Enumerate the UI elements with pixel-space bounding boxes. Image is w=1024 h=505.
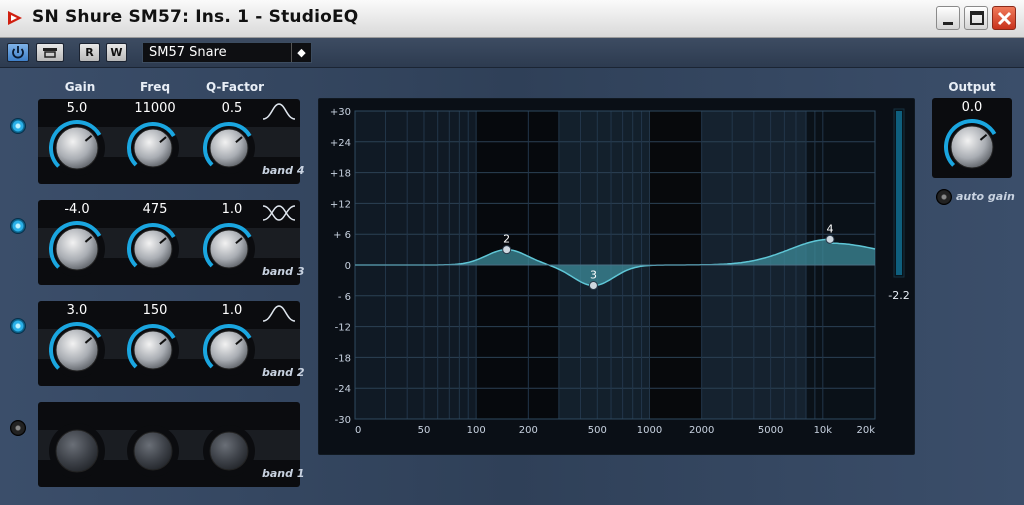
output-meter-value: -2.2 xyxy=(888,289,909,302)
power-button[interactable] xyxy=(7,43,29,62)
band-4-freq-knob[interactable] xyxy=(126,121,180,175)
write-automation-button[interactable]: W xyxy=(106,43,127,62)
y-tick-label: 0 xyxy=(345,261,351,272)
band-4-enable-toggle[interactable] xyxy=(10,118,26,134)
y-tick-label: -30 xyxy=(335,415,351,426)
band-4-handle[interactable] xyxy=(825,234,835,244)
x-tick-label: 500 xyxy=(588,425,607,436)
preset-arrows-icon[interactable]: ◆ xyxy=(291,43,311,62)
band-4-q-value[interactable]: 0.5 xyxy=(197,101,267,116)
band-2-enable-toggle[interactable] xyxy=(10,318,26,334)
q-factor-column-label: Q-Factor xyxy=(205,80,264,94)
eq-main-panel: Gain Freq Q-Factor 5.0 11000 0.5 band 4 … xyxy=(0,68,1024,505)
band-1-panel xyxy=(38,402,300,487)
y-tick-label: -12 xyxy=(335,323,351,334)
x-tick-label: 0 xyxy=(355,425,361,436)
band-1-q-knob[interactable] xyxy=(202,424,256,478)
bypass-button[interactable] xyxy=(36,43,64,62)
band-3-label: band 3 xyxy=(262,265,305,278)
band-2-freq-value[interactable]: 150 xyxy=(120,303,190,318)
x-tick-label: 20k xyxy=(856,425,875,436)
x-tick-label: 100 xyxy=(467,425,486,436)
y-tick-label: +30 xyxy=(330,107,351,118)
close-icon xyxy=(997,11,1012,26)
band-2-handle[interactable] xyxy=(502,245,512,255)
output-meter-fill xyxy=(896,111,902,275)
output-panel: 0.0 xyxy=(932,98,1012,178)
x-tick-label: 5000 xyxy=(758,425,783,436)
band-4-marker-label: 4 xyxy=(826,222,833,235)
band-2-q-value[interactable]: 1.0 xyxy=(197,303,267,318)
title-bar: SN Shure SM57: Ins. 1 - StudioEQ xyxy=(0,0,1024,38)
freq-column-label: Freq xyxy=(139,80,171,94)
notch-filter-icon[interactable] xyxy=(261,202,297,224)
bypass-icon xyxy=(43,48,57,58)
band-2-panel: 3.0 150 1.0 xyxy=(38,301,300,386)
band-2-q-knob[interactable] xyxy=(202,323,256,377)
x-tick-label: 10k xyxy=(814,425,833,436)
band-1-enable-toggle[interactable] xyxy=(10,420,26,436)
output-label: Output xyxy=(948,80,996,94)
band-2-gain-knob[interactable] xyxy=(48,321,106,379)
y-tick-label: - 6 xyxy=(338,292,351,303)
band-3-gain-value[interactable]: -4.0 xyxy=(42,202,112,217)
band-4-freq-value[interactable]: 11000 xyxy=(120,101,190,116)
band-2-gain-value[interactable]: 3.0 xyxy=(42,303,112,318)
band-3-q-value[interactable]: 1.0 xyxy=(197,202,267,217)
gain-column-label: Gain xyxy=(64,80,96,94)
y-tick-label: +24 xyxy=(330,138,351,149)
band-4-panel: 5.0 11000 0.5 xyxy=(38,99,300,184)
eq-graph[interactable]: +30 +24 +18 +12 + 6 0 - 6 -12 -18 -24 -30 0 50 100 200… xyxy=(319,99,916,456)
peak-filter-icon[interactable] xyxy=(261,101,297,123)
y-tick-label: +12 xyxy=(330,199,351,210)
y-tick-label: +18 xyxy=(330,169,351,180)
x-tick-label: 50 xyxy=(418,425,431,436)
band-4-gain-knob[interactable] xyxy=(48,119,106,177)
band-2-label: band 2 xyxy=(262,366,305,379)
power-icon xyxy=(12,46,24,59)
x-tick-label: 1000 xyxy=(637,425,662,436)
auto-gain-label: auto gain xyxy=(956,190,1015,203)
preset-name: SM57 Snare xyxy=(149,45,227,60)
band-3-panel: -4.0 475 1.0 xyxy=(38,200,300,285)
maximize-button[interactable] xyxy=(964,6,988,30)
band-3-handle[interactable] xyxy=(588,281,598,291)
minimize-icon xyxy=(943,22,953,25)
y-tick-label: + 6 xyxy=(333,230,351,241)
band-3-enable-toggle[interactable] xyxy=(10,218,26,234)
peak-filter-icon[interactable] xyxy=(261,303,297,325)
band-3-q-knob[interactable] xyxy=(202,222,256,276)
band-1-freq-knob[interactable] xyxy=(126,424,180,478)
band-2-freq-knob[interactable] xyxy=(126,323,180,377)
plugin-toolbar: R W SM57 Snare ◆ xyxy=(0,38,1024,68)
band-3-freq-value[interactable]: 475 xyxy=(120,202,190,217)
band-1-label: band 1 xyxy=(262,467,305,480)
preset-selector[interactable]: SM57 Snare ◆ xyxy=(142,42,312,63)
y-tick-label: -18 xyxy=(335,353,351,364)
output-knob[interactable] xyxy=(943,118,1001,176)
x-tick-label: 2000 xyxy=(689,425,714,436)
band-3-marker-label: 3 xyxy=(590,269,597,282)
close-button[interactable] xyxy=(992,6,1016,30)
y-tick-label: -24 xyxy=(335,384,351,395)
auto-gain-toggle[interactable] xyxy=(936,189,952,205)
window-title: SN Shure SM57: Ins. 1 - StudioEQ xyxy=(32,7,359,27)
band-4-q-knob[interactable] xyxy=(202,121,256,175)
maximize-icon xyxy=(970,11,984,25)
band-4-gain-value[interactable]: 5.0 xyxy=(42,101,112,116)
minimize-button[interactable] xyxy=(936,6,960,30)
band-3-freq-knob[interactable] xyxy=(126,222,180,276)
band-4-label: band 4 xyxy=(262,164,305,177)
band-3-gain-knob[interactable] xyxy=(48,220,106,278)
band-2-marker-label: 2 xyxy=(503,233,510,246)
cubase-logo-icon xyxy=(8,11,22,25)
eq-curve-display[interactable]: +30 +24 +18 +12 + 6 0 - 6 -12 -18 -24 -30 0 50 100 200… xyxy=(318,98,915,455)
output-value[interactable]: 0.0 xyxy=(932,100,1012,115)
x-tick-label: 200 xyxy=(519,425,538,436)
read-automation-button[interactable]: R xyxy=(79,43,100,62)
band-1-gain-knob[interactable] xyxy=(48,422,106,480)
